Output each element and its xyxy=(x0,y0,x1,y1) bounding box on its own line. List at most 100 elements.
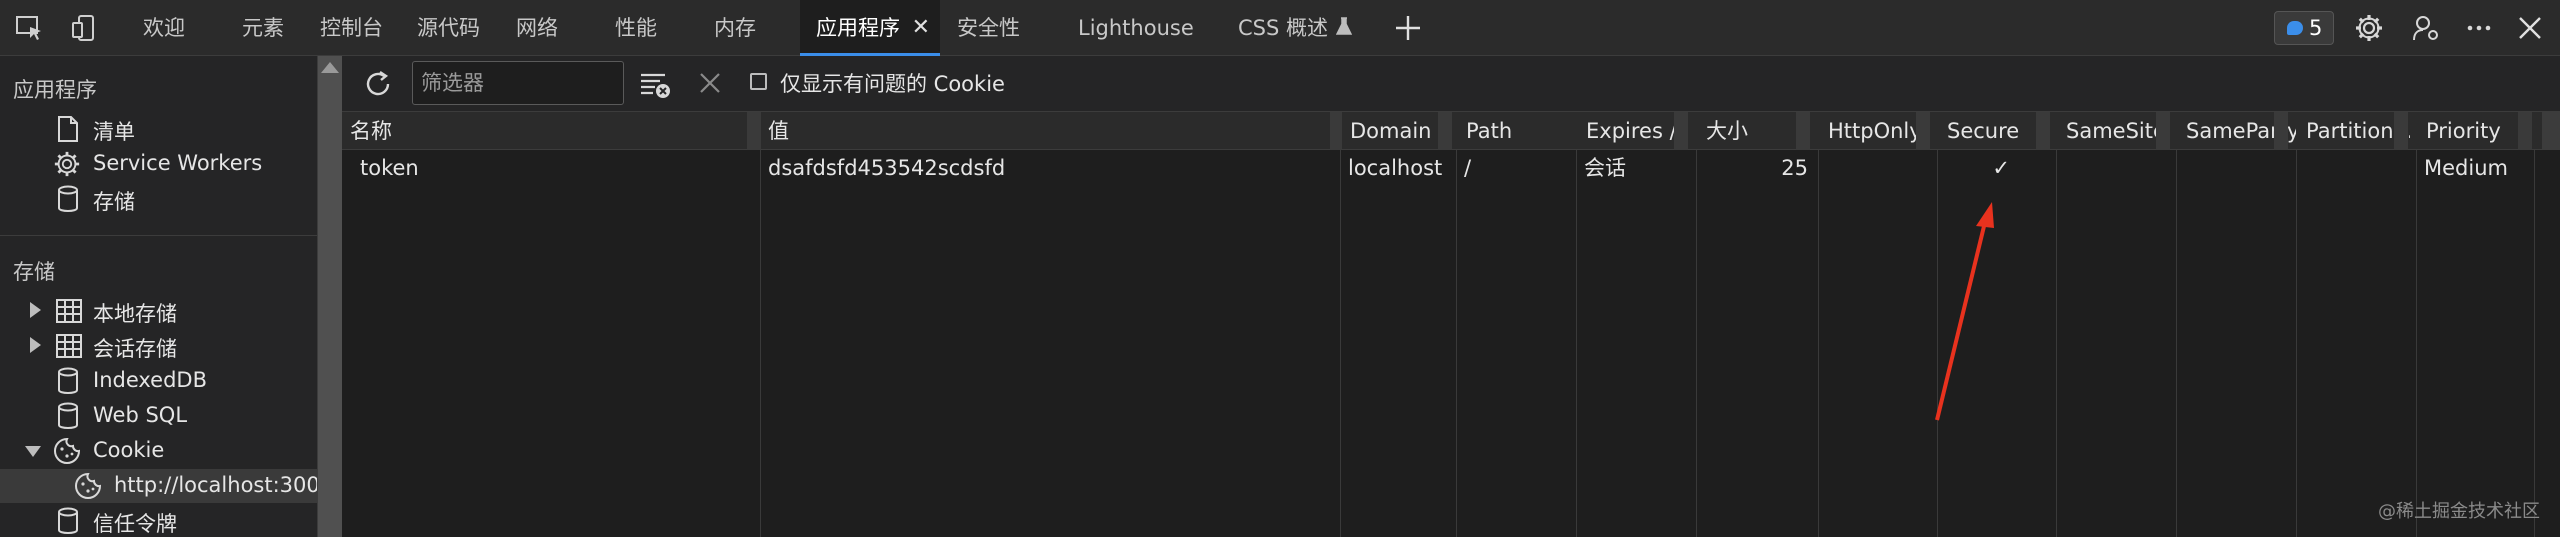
cookie-toolbar: 仅显示有问题的 Cookie xyxy=(342,56,2560,112)
column-resizer[interactable] xyxy=(1796,112,1810,150)
column-header-path[interactable]: Path xyxy=(1458,112,1558,149)
column-resizer[interactable] xyxy=(1916,112,1930,150)
add-tab-icon[interactable] xyxy=(1393,13,1423,43)
inspect-element-icon[interactable] xyxy=(14,13,44,43)
devtools-tab-bar: 欢迎 元素 控制台 源代码 网络 性能 内存 应用程序 ✕ 安全性 Lighth… xyxy=(0,0,2560,56)
sidebar-item-cookie[interactable]: Cookie xyxy=(0,434,317,468)
tab-welcome[interactable]: 欢迎 xyxy=(143,0,185,55)
sidebar-item-label: IndexedDB xyxy=(93,368,207,392)
close-devtools-icon[interactable] xyxy=(2515,13,2545,43)
filter-input[interactable] xyxy=(412,61,624,105)
cell-path: / xyxy=(1464,156,1472,180)
column-resizer[interactable] xyxy=(2156,112,2170,150)
column-header-size[interactable]: 大小 xyxy=(1698,112,1798,149)
tab-css-overview-label: CSS 概述 xyxy=(1238,16,1328,40)
sidebar-item-trust-tokens[interactable]: 信任令牌 xyxy=(0,504,317,537)
tab-css-overview[interactable]: CSS 概述 xyxy=(1238,0,1352,55)
column-divider xyxy=(1340,150,1341,537)
column-resizer[interactable] xyxy=(2036,112,2050,150)
column-divider xyxy=(1456,150,1457,537)
watermark: @稀土掘金技术社区 xyxy=(2378,501,2540,522)
gear-icon[interactable] xyxy=(2354,13,2384,43)
column-divider xyxy=(760,150,761,537)
column-divider xyxy=(1696,150,1697,537)
cell-samesite xyxy=(2056,150,2174,186)
database-icon xyxy=(58,402,78,429)
issues-counter-button[interactable]: 5 xyxy=(2274,11,2334,45)
column-resizer[interactable] xyxy=(2518,112,2532,150)
sidebar-resize-handle[interactable] xyxy=(318,56,342,537)
sidebar-item-indexeddb[interactable]: IndexedDB xyxy=(0,364,317,398)
tab-lighthouse[interactable]: Lighthouse xyxy=(1078,0,1194,55)
sidebar-divider xyxy=(0,235,317,236)
table-header: 名称 值 Domain Path Expires / ... 大小 HttpOn… xyxy=(342,112,2560,150)
sidebar-item-label: 信任令牌 xyxy=(93,512,177,536)
clear-all-cookies-icon[interactable] xyxy=(638,68,672,100)
tab-security[interactable]: 安全性 xyxy=(957,0,1020,55)
more-options-icon[interactable] xyxy=(2464,13,2494,43)
sidebar-item-label: 会话存储 xyxy=(93,337,177,361)
tab-application[interactable]: 应用程序 ✕ xyxy=(800,0,940,56)
tab-elements[interactable]: 元素 xyxy=(242,0,284,55)
cookies-table: 名称 值 Domain Path Expires / ... 大小 HttpOn… xyxy=(342,112,2560,537)
sidebar-item-manifest[interactable]: 清单 xyxy=(0,112,317,146)
cell-domain: localhost xyxy=(1348,156,1443,180)
column-header-name[interactable]: 名称 xyxy=(342,112,747,149)
cell-name: token xyxy=(360,156,419,180)
sidebar-header-storage: 存储 xyxy=(13,260,55,284)
cell-httponly xyxy=(1818,150,1935,186)
issue-message-icon xyxy=(2287,21,2303,35)
tab-network[interactable]: 网络 xyxy=(516,0,558,55)
cell-sameparty xyxy=(2176,150,2294,186)
cell-priority: Medium xyxy=(2424,156,2508,180)
tab-memory[interactable]: 内存 xyxy=(714,0,756,55)
customize-share-icon[interactable] xyxy=(2411,13,2441,43)
cell-expires: 会话 xyxy=(1584,156,1626,180)
sidebar-item-session-storage[interactable]: 会话存储 xyxy=(0,329,317,363)
column-header-secure[interactable]: Secure xyxy=(1939,112,2039,149)
tab-application-label: 应用程序 xyxy=(816,16,900,40)
grid-icon xyxy=(56,299,82,323)
tab-console[interactable]: 控制台 xyxy=(320,0,383,55)
experiment-flask-icon xyxy=(1336,17,1352,35)
scroll-up-arrow-icon[interactable] xyxy=(321,62,339,73)
column-resizer[interactable] xyxy=(2274,112,2288,150)
sidebar-item-local-storage[interactable]: 本地存储 xyxy=(0,294,317,328)
close-icon[interactable]: ✕ xyxy=(912,0,930,56)
column-resizer[interactable] xyxy=(1438,112,1452,150)
column-header-value[interactable]: 值 xyxy=(760,112,1168,149)
device-emulation-icon[interactable] xyxy=(70,13,100,43)
cell-value: dsafdsfd453542scdsfd xyxy=(768,156,1006,180)
column-divider xyxy=(2416,150,2417,537)
sidebar-item-label: Service Workers xyxy=(93,151,263,175)
document-icon xyxy=(58,116,78,142)
only-issues-checkbox[interactable] xyxy=(750,73,767,90)
only-issues-label: 仅显示有问题的 Cookie xyxy=(780,72,1005,96)
database-icon xyxy=(58,367,78,394)
column-resizer[interactable] xyxy=(1330,112,1342,150)
column-resizer[interactable] xyxy=(2394,112,2408,150)
column-resizer[interactable] xyxy=(1674,112,1688,150)
sidebar-item-web-sql[interactable]: Web SQL xyxy=(0,399,317,433)
refresh-icon[interactable] xyxy=(362,68,394,100)
column-divider xyxy=(2056,150,2057,537)
column-header-domain[interactable]: Domain xyxy=(1342,112,1442,149)
column-resizer[interactable] xyxy=(747,112,761,150)
tab-sources[interactable]: 源代码 xyxy=(417,0,480,55)
scrollbar-corner xyxy=(2542,112,2560,150)
cell-size: 25 xyxy=(1781,156,1808,180)
tab-performance[interactable]: 性能 xyxy=(615,0,657,55)
column-header-httponly[interactable]: HttpOnly xyxy=(1820,112,1920,149)
database-icon xyxy=(58,185,78,212)
sidebar-item-service-workers[interactable]: Service Workers xyxy=(0,147,317,181)
column-header-priority[interactable]: Priority xyxy=(2418,112,2530,149)
column-divider xyxy=(2176,150,2177,537)
collapse-arrow-icon[interactable] xyxy=(25,446,41,457)
expand-arrow-icon[interactable] xyxy=(30,302,41,318)
sidebar-header-application: 应用程序 xyxy=(13,78,97,102)
expand-arrow-icon[interactable] xyxy=(30,337,41,353)
column-header-samesite[interactable]: SameSite xyxy=(2058,112,2158,149)
sidebar-item-storage-overview[interactable]: 存储 xyxy=(0,182,317,216)
delete-selected-icon[interactable] xyxy=(697,70,723,96)
sidebar-item-cookie-localhost[interactable]: http://localhost:3000 xyxy=(0,469,317,503)
